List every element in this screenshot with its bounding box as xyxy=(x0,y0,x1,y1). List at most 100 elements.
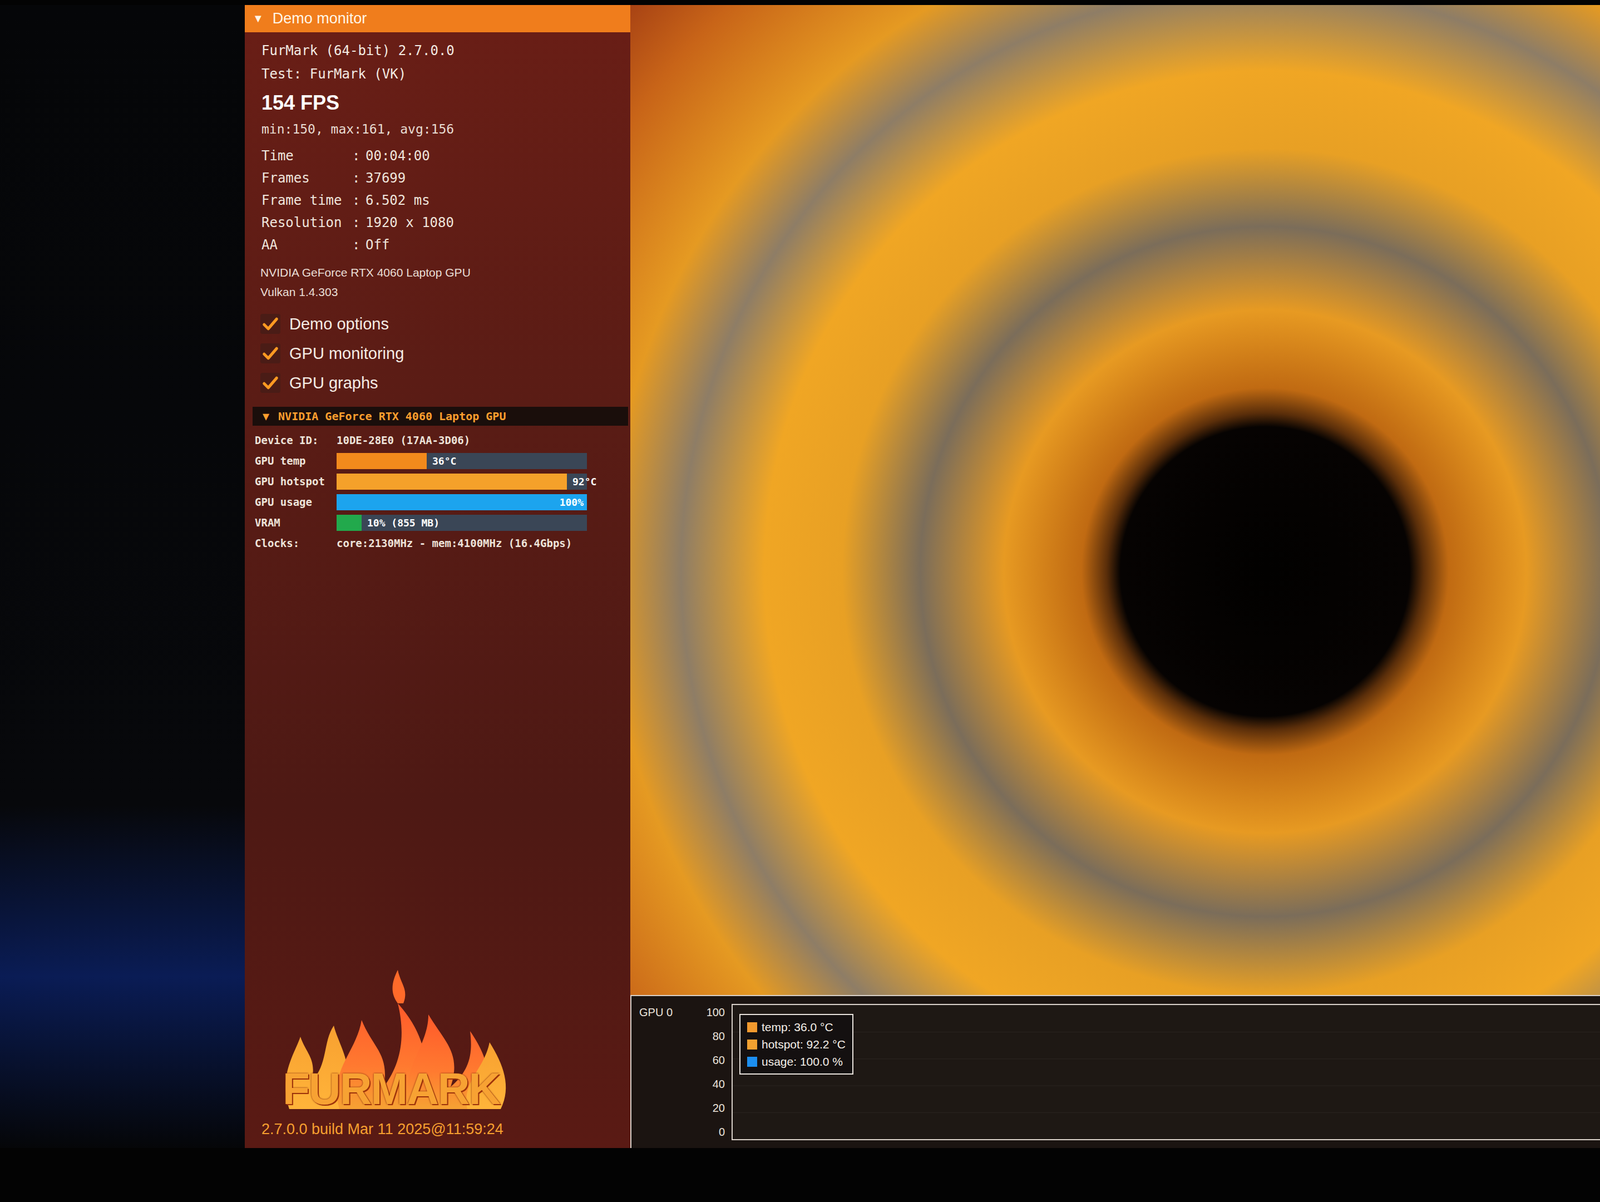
app-info: FurMark (64-bit) 2.7.0.0Test: FurMark (V… xyxy=(244,32,631,86)
axis-tick: 0 xyxy=(678,1123,725,1140)
axis-tick: 60 xyxy=(678,1051,725,1069)
test-name: Test: FurMark (VK) xyxy=(261,62,614,86)
meter-reading: 100% xyxy=(554,494,587,511)
device-id: 10DE-28E0 (17AA-3D06) xyxy=(336,430,471,451)
fps-value: 154 FPS xyxy=(244,87,631,118)
app-name: FurMark (64-bit) 2.7.0.0 xyxy=(261,38,614,63)
stat-value: 00:04:00 xyxy=(365,144,431,167)
monitor-title: Demo monitor xyxy=(272,7,368,31)
render-frame xyxy=(630,5,1600,995)
axis-tick: 40 xyxy=(678,1075,725,1093)
legend-label: hotspot: 92.2 °C xyxy=(761,1035,846,1053)
stat-label: AA xyxy=(261,233,353,256)
meter-fill xyxy=(336,452,427,469)
logo-text: FURMARK xyxy=(282,1065,620,1113)
graph-legend: temp: 36.0 °Chotspot: 92.2 °Cusage: 100.… xyxy=(739,1013,854,1075)
meter-label: GPU temp xyxy=(254,450,337,472)
checkbox[interactable] xyxy=(260,343,281,364)
meter-row: GPU temp 36°C xyxy=(254,450,621,472)
render-area: GPU 0100806040200temp: 36.0 °Chotspot: 9… xyxy=(630,5,1600,1148)
legend-item: temp: 36.0 °C xyxy=(747,1018,846,1036)
stat-row: Resolution:1920 x 1080 xyxy=(261,211,614,234)
meter-reading: 92°C xyxy=(566,473,597,490)
meter-row: GPU hotspot92°C xyxy=(254,471,621,492)
meter-label: GPU hotspot xyxy=(254,471,337,492)
stat-value: 1920 x 1080 xyxy=(365,211,454,234)
graph-axis: 100806040200 xyxy=(678,1003,732,1140)
collapse-icon[interactable]: ▼ xyxy=(252,10,264,27)
device-row: Device ID:10DE-28E0 (17AA-3D06) xyxy=(254,430,621,451)
options-list: Demo optionsGPU monitoringGPU graphs xyxy=(244,301,631,398)
option-row[interactable]: GPU graphs xyxy=(260,368,615,398)
stat-value: 6.502 ms xyxy=(365,189,431,212)
axis-tick: 80 xyxy=(678,1027,725,1045)
check-icon xyxy=(262,344,279,362)
meter-track: 92°C xyxy=(336,473,587,490)
meter-track: 36°C xyxy=(336,452,587,469)
check-icon xyxy=(262,315,279,333)
gpu-name: NVIDIA GeForce RTX 4060 Laptop GPU xyxy=(260,262,615,283)
legend-item: hotspot: 92.2 °C xyxy=(747,1035,846,1053)
legend-swatch xyxy=(747,1039,758,1050)
device-label: Device ID: xyxy=(254,430,337,451)
gpu-graph: GPU 0100806040200temp: 36.0 °Chotspot: 9… xyxy=(630,994,1600,1148)
stat-separator: : xyxy=(352,211,366,234)
meter-row: VRAM 10% (855 MB) xyxy=(254,512,621,533)
gpu-api: Vulkan 1.4.303 xyxy=(260,282,615,302)
stats-list: Time:00:04:00Frames:37699Frame time:6.50… xyxy=(244,140,631,256)
legend-swatch xyxy=(747,1056,758,1067)
clocks-label: Clocks: xyxy=(254,532,337,554)
graph-plot: temp: 36.0 °Chotspot: 92.2 °Cusage: 100.… xyxy=(731,1003,1600,1140)
stat-separator: : xyxy=(352,144,366,167)
stat-row: Frame time:6.502 ms xyxy=(261,189,614,212)
fps-summary: min:150, max:161, avg:156 xyxy=(244,117,631,141)
gpu-section-body: Device ID:10DE-28E0 (17AA-3D06)GPU temp 3… xyxy=(244,425,631,554)
option-label: GPU monitoring xyxy=(289,338,404,369)
furmark-logo: FURMARK xyxy=(244,969,631,1113)
checkbox[interactable] xyxy=(260,372,281,393)
meter-label: VRAM xyxy=(254,512,337,533)
gpu-section-header[interactable]: ▼ NVIDIA GeForce RTX 4060 Laptop GPU xyxy=(252,406,629,426)
stat-separator: : xyxy=(352,189,366,212)
legend-label: usage: 100.0 % xyxy=(761,1052,843,1070)
collapse-icon[interactable]: ▼ xyxy=(262,407,270,425)
meter-label: GPU usage xyxy=(254,491,337,513)
monitor-header[interactable]: ▼ Demo monitor xyxy=(244,5,631,33)
check-icon xyxy=(262,374,279,392)
meter-track: 100% xyxy=(336,494,587,511)
stat-label: Resolution xyxy=(261,211,353,234)
clocks-value: core:2130MHz - mem:4100MHz (16.4Gbps) xyxy=(336,532,572,554)
stat-label: Time xyxy=(261,144,353,167)
legend-item: usage: 100.0 % xyxy=(747,1052,846,1070)
stat-value: Off xyxy=(365,233,390,256)
stat-label: Frame time xyxy=(261,189,353,212)
stat-label: Frames xyxy=(261,166,353,190)
stat-separator: : xyxy=(352,233,366,256)
legend-swatch xyxy=(747,1021,758,1032)
stat-row: Time:00:04:00 xyxy=(261,144,614,167)
demo-monitor-panel: ▼Demo monitorFurMark (64-bit) 2.7.0.0Tes… xyxy=(244,5,631,1148)
option-row[interactable]: Demo options xyxy=(260,309,615,339)
build-info: 2.7.0.0 build Mar 11 2025@11:59:24 xyxy=(244,1112,631,1149)
stat-separator: : xyxy=(352,166,366,190)
gpu-section-title: NVIDIA GeForce RTX 4060 Laptop GPU xyxy=(278,407,506,425)
stat-row: AA:Off xyxy=(261,233,614,256)
desk-background xyxy=(0,5,245,1148)
meter-reading: 10% (855 MB) xyxy=(361,514,440,531)
stat-row: Frames:37699 xyxy=(261,166,614,190)
axis-tick: 20 xyxy=(678,1099,725,1116)
option-row[interactable]: GPU monitoring xyxy=(260,338,615,369)
meter-fill xyxy=(336,514,362,531)
meter-track: 10% (855 MB) xyxy=(336,514,587,531)
clocks-row: Clocks:core:2130MHz - mem:4100MHz (16.4G… xyxy=(254,532,621,554)
stat-value: 37699 xyxy=(365,166,406,190)
graph-title: GPU 0 xyxy=(639,1003,679,1140)
meter-fill xyxy=(336,473,567,490)
option-label: GPU graphs xyxy=(289,368,379,398)
option-label: Demo options xyxy=(289,309,389,339)
meter-row: GPU usage 100% xyxy=(254,491,621,513)
meter-reading: 36°C xyxy=(426,452,457,469)
checkbox[interactable] xyxy=(260,313,281,334)
legend-label: temp: 36.0 °C xyxy=(761,1018,834,1036)
gpu-info: NVIDIA GeForce RTX 4060 Laptop GPUVulkan… xyxy=(244,255,631,302)
